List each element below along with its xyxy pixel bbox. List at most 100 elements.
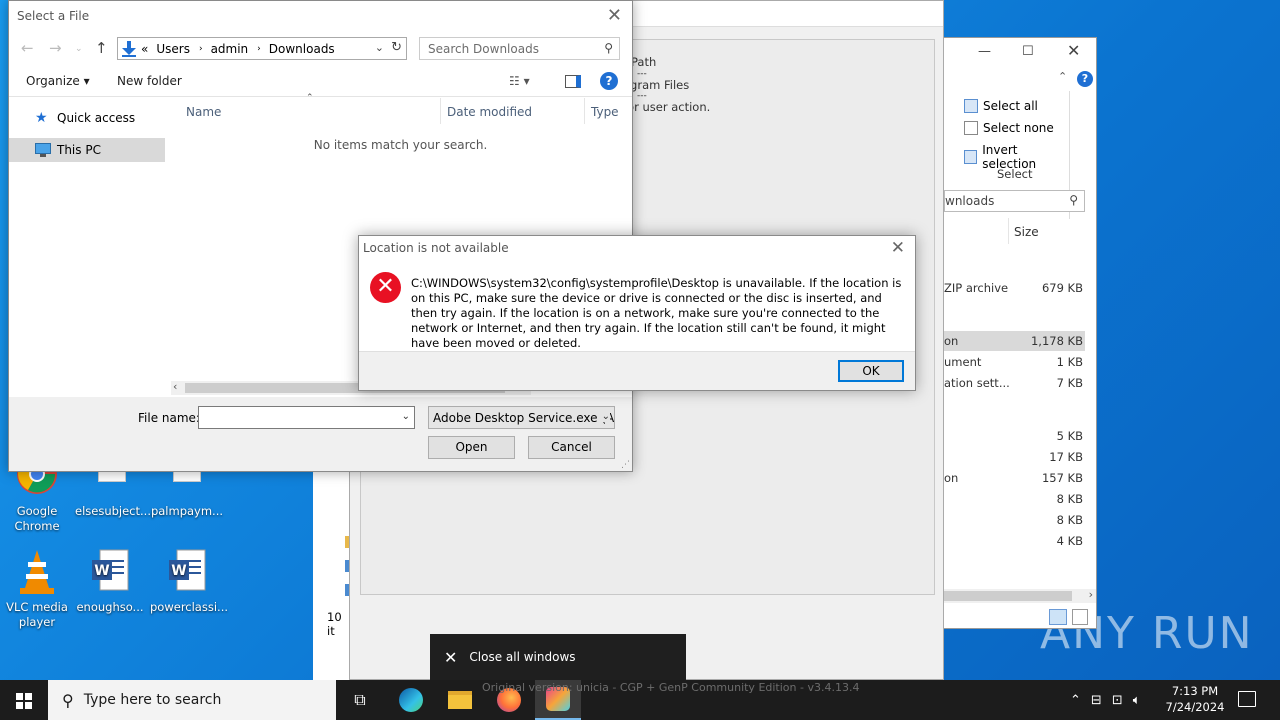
- column-header-date-modified[interactable]: Date modified: [447, 105, 532, 119]
- column-header-size[interactable]: Size: [1014, 225, 1039, 239]
- notifications-icon[interactable]: [1238, 691, 1256, 707]
- file-name-label: File name:: [138, 411, 200, 425]
- search-input[interactable]: Search Downloads ⚲: [419, 37, 620, 60]
- ok-button[interactable]: OK: [838, 360, 904, 382]
- open-button[interactable]: Open: [428, 436, 515, 459]
- forward-arrow-icon[interactable]: →: [49, 39, 62, 57]
- desktop-icon-label: powerclassi...: [150, 600, 229, 614]
- close-icon[interactable]: ✕: [1067, 41, 1080, 60]
- taskbar-search-box[interactable]: ⚲ Type here to search: [48, 680, 336, 720]
- star-icon: ★: [35, 110, 48, 126]
- taskbar-search-placeholder: Type here to search: [83, 692, 222, 708]
- chevron-right-icon: ›: [257, 43, 261, 54]
- breadcrumb-admin[interactable]: admin: [211, 42, 249, 56]
- select-all-label: Select all: [983, 99, 1038, 113]
- minimize-icon[interactable]: —: [978, 44, 991, 59]
- breadcrumb-users[interactable]: Users: [156, 42, 190, 56]
- select-all-button[interactable]: Select all: [964, 99, 1038, 113]
- explorer-window[interactable]: — ☐ ✕ ⌃ ? Select all Select none Invert …: [944, 37, 1097, 629]
- file-name-input[interactable]: ⌄: [198, 406, 415, 429]
- invert-selection-icon: [964, 150, 978, 164]
- location-error-dialog[interactable]: Location is not available ✕ ✕ C:\WINDOWS…: [358, 235, 916, 391]
- task-view-button[interactable]: ⧉: [337, 680, 383, 720]
- downloads-arrow-icon: [122, 40, 136, 57]
- preview-pane-icon[interactable]: [565, 75, 581, 88]
- up-arrow-icon[interactable]: ↑: [95, 39, 108, 57]
- table-row[interactable]: 17 KB: [944, 447, 1085, 467]
- folder-icon: [448, 691, 472, 709]
- start-button[interactable]: [0, 680, 48, 720]
- column-header-name[interactable]: Name: [186, 105, 221, 119]
- ribbon-group-label: Select: [997, 167, 1033, 181]
- navigation-pane: ★ Quick access This PC: [9, 98, 166, 394]
- close-icon[interactable]: ✕: [607, 5, 622, 26]
- view-options-icon[interactable]: ☷ ▾: [509, 74, 530, 88]
- ethernet-icon[interactable]: ⊡: [1112, 693, 1123, 708]
- help-icon[interactable]: ?: [600, 72, 618, 90]
- vlc-cone-icon: [15, 548, 59, 596]
- table-row[interactable]: 5 KB: [944, 426, 1085, 446]
- recent-locations-icon[interactable]: ⌄: [75, 44, 83, 54]
- show-hidden-icons-icon[interactable]: ⌃: [1070, 693, 1081, 708]
- help-icon[interactable]: ?: [1077, 71, 1093, 87]
- desktop-icon-label: VLC media player: [6, 600, 68, 629]
- column-header-type[interactable]: Type: [591, 105, 619, 119]
- table-row[interactable]: 8 KB: [944, 489, 1085, 509]
- table-row[interactable]: on 1,178 KB: [944, 331, 1085, 351]
- details-view-icon[interactable]: [1049, 609, 1067, 625]
- maximize-icon[interactable]: ☐: [1022, 44, 1034, 59]
- desktop-icon-vlc[interactable]: VLC media player: [0, 548, 74, 630]
- cancel-button[interactable]: Cancel: [528, 436, 615, 459]
- desktop-icon-enoughso[interactable]: W enoughso...: [73, 548, 147, 615]
- taskbar-edge[interactable]: [388, 680, 434, 720]
- ribbon-collapse-icon[interactable]: ⌃: [1058, 70, 1067, 83]
- close-all-windows-toast[interactable]: ✕ Close all windows: [430, 634, 686, 680]
- installer-info: Path --- ogram Files --- for user action…: [623, 56, 710, 114]
- toast-label: Close all windows: [469, 650, 576, 664]
- refresh-icon[interactable]: ↻: [391, 40, 402, 55]
- table-row[interactable]: 8 KB: [944, 510, 1085, 530]
- network-icon[interactable]: ⊟: [1091, 693, 1102, 708]
- organize-button[interactable]: Organize ▾: [26, 74, 90, 88]
- breadcrumb-overflow[interactable]: «: [141, 42, 148, 56]
- error-message: C:\WINDOWS\system32\config\systemprofile…: [411, 276, 902, 350]
- taskbar-clock[interactable]: 7:13 PM 7/24/2024: [1164, 683, 1226, 715]
- table-row[interactable]: ation sett... 7 KB: [944, 373, 1085, 393]
- nav-item-quick-access[interactable]: ★ Quick access: [9, 106, 165, 130]
- scroll-right-icon[interactable]: ›: [1089, 588, 1093, 601]
- chevron-down-icon[interactable]: ⌄: [375, 41, 384, 54]
- close-icon: ✕: [444, 647, 458, 667]
- breadcrumb-downloads[interactable]: Downloads: [269, 42, 335, 56]
- explorer-search-input[interactable]: wnloads ⚲: [944, 190, 1085, 212]
- desktop-icon-powerclassi[interactable]: W powerclassi...: [150, 548, 229, 615]
- select-none-icon: [964, 121, 978, 135]
- desktop-icon-label: enoughso...: [76, 600, 144, 614]
- table-row[interactable]: 4 KB: [944, 531, 1085, 551]
- chevron-down-icon[interactable]: ⌄: [599, 411, 610, 422]
- volume-icon[interactable]: 🔈︎: [1133, 693, 1141, 708]
- edge-icon: [399, 688, 423, 712]
- scroll-left-icon[interactable]: ‹: [173, 380, 177, 393]
- info-line: for user action.: [623, 100, 711, 114]
- search-placeholder: Search Downloads: [428, 42, 539, 56]
- chevron-down-icon[interactable]: ⌄: [402, 411, 410, 422]
- address-bar[interactable]: « Users › admin › Downloads ⌄ ↻: [117, 37, 407, 60]
- dialog-bottom-bar: File name: ⌄ Adobe Desktop Service.exe (…: [9, 397, 632, 471]
- horizontal-scrollbar[interactable]: ›: [944, 588, 1096, 603]
- table-row[interactable]: ument 1 KB: [944, 352, 1085, 372]
- new-folder-button[interactable]: New folder: [117, 74, 182, 88]
- file-type-filter[interactable]: Adobe Desktop Service.exe (Ad ⌄: [428, 406, 615, 429]
- nav-item-this-pc[interactable]: This PC: [9, 138, 165, 162]
- large-icons-view-icon[interactable]: [1072, 609, 1088, 625]
- table-row[interactable]: ZIP archive 679 KB: [944, 278, 1085, 298]
- taskbar-file-explorer[interactable]: [437, 680, 483, 720]
- resize-grip-icon[interactable]: ⋰: [621, 460, 630, 470]
- nav-item-label: Quick access: [57, 111, 136, 125]
- back-arrow-icon[interactable]: ←: [21, 39, 34, 57]
- svg-text:W: W: [171, 563, 186, 579]
- partial-explorer-left: 10 it: [313, 472, 349, 680]
- close-icon[interactable]: ✕: [891, 238, 905, 258]
- table-row[interactable]: on 157 KB: [944, 468, 1085, 488]
- select-none-button[interactable]: Select none: [964, 121, 1054, 135]
- scrollbar-thumb[interactable]: [944, 591, 1072, 601]
